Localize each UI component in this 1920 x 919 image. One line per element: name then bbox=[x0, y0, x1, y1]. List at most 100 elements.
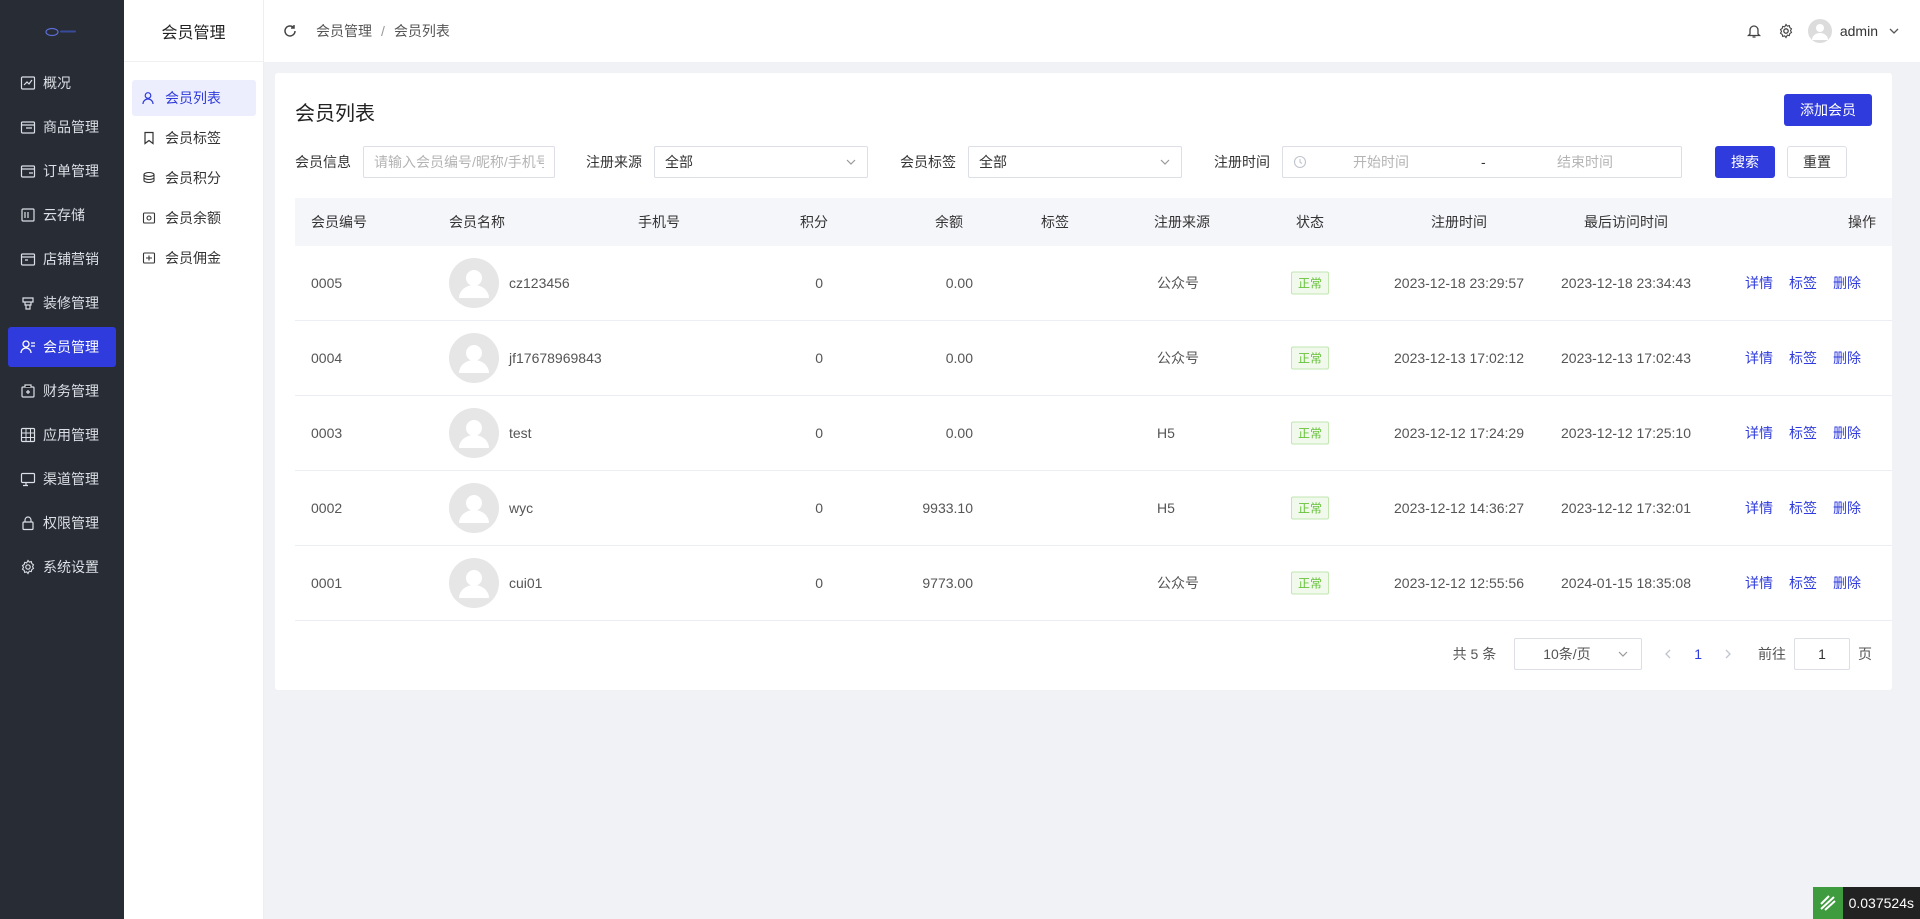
chevron-down-icon[interactable] bbox=[1888, 25, 1900, 37]
end-date-input[interactable]: 结束时间 bbox=[1557, 152, 1613, 172]
nav-item[interactable]: 装修管理 bbox=[8, 283, 116, 323]
delete-link[interactable]: 删除 bbox=[1833, 275, 1861, 291]
page-size-select[interactable]: 10条/页 bbox=[1514, 638, 1643, 670]
submenu-item[interactable]: 会员佣金 bbox=[132, 240, 256, 276]
detail-link[interactable]: 详情 bbox=[1745, 350, 1773, 366]
nav-item[interactable]: 会员管理 bbox=[8, 327, 116, 367]
submenu-item[interactable]: 会员列表 bbox=[132, 80, 256, 116]
table-row: 0001 cui01 0 9773.00 公众号 正常 2023-12-12 12:55:5… bbox=[295, 546, 1892, 621]
status-badge-label: 正常 bbox=[1291, 421, 1330, 445]
filter-reg-time: 注册时间 开始时间 - 结束时间 bbox=[1214, 146, 1682, 178]
tag-link[interactable]: 标签 bbox=[1789, 425, 1817, 441]
nav-item[interactable]: 订单管理 bbox=[8, 151, 116, 191]
next-page-icon[interactable] bbox=[1716, 642, 1740, 666]
status-badge-label: 正常 bbox=[1291, 271, 1330, 295]
clock-icon bbox=[1293, 155, 1307, 169]
nav-item[interactable]: 商品管理 bbox=[8, 107, 116, 147]
detail-link[interactable]: 详情 bbox=[1745, 500, 1773, 516]
page-title: 会员列表 bbox=[295, 103, 375, 125]
avatar bbox=[449, 333, 499, 383]
order-icon bbox=[20, 163, 36, 179]
cloud-storage-icon bbox=[20, 207, 36, 223]
delete-link[interactable]: 删除 bbox=[1833, 575, 1861, 591]
search-button[interactable]: 搜索 bbox=[1715, 146, 1775, 178]
cell-balance: 0.00 bbox=[945, 350, 973, 366]
username[interactable]: admin bbox=[1840, 23, 1878, 39]
date-range-picker[interactable]: 开始时间 - 结束时间 bbox=[1282, 146, 1682, 178]
col-header-points: 积分 bbox=[800, 214, 828, 230]
nav-item[interactable]: 云存储 bbox=[8, 195, 116, 235]
channel-icon bbox=[20, 471, 36, 487]
pagination: 共 5 条 10条/页 1 前往 页 bbox=[1453, 638, 1872, 670]
goto-page-input[interactable] bbox=[1794, 638, 1850, 670]
table-body: 0005 cz123456 0 0.00 公众号 正常 2023-12-18 23:29:5… bbox=[295, 246, 1892, 621]
submenu-item-label: 会员列表 bbox=[165, 90, 221, 106]
detail-link[interactable]: 详情 bbox=[1745, 425, 1773, 441]
cell-member: test bbox=[449, 408, 532, 458]
nav-item[interactable]: 店铺营销 bbox=[8, 239, 116, 279]
logo[interactable] bbox=[0, 0, 124, 62]
bell-icon[interactable] bbox=[1746, 23, 1762, 39]
status-badge-label: 正常 bbox=[1291, 346, 1330, 370]
cell-last-visit: 2023-12-12 17:32:01 bbox=[1561, 500, 1691, 516]
delete-link[interactable]: 删除 bbox=[1833, 500, 1861, 516]
cell-last-visit: 2023-12-18 23:34:43 bbox=[1561, 275, 1691, 291]
tag-link[interactable]: 标签 bbox=[1789, 575, 1817, 591]
nav-item-label: 财务管理 bbox=[43, 383, 99, 399]
col-header-actions: 操作 bbox=[1848, 214, 1876, 230]
page-number[interactable]: 1 bbox=[1694, 646, 1702, 662]
breadcrumb-current: 会员列表 bbox=[393, 23, 450, 39]
nav-item[interactable]: 权限管理 bbox=[8, 503, 116, 543]
prev-page-icon[interactable] bbox=[1656, 642, 1680, 666]
refresh-icon[interactable] bbox=[282, 23, 298, 39]
submenu-item-label: 会员余额 bbox=[165, 210, 221, 226]
logo-icon bbox=[45, 27, 76, 37]
member-info-input[interactable] bbox=[374, 154, 544, 170]
cell-balance: 9773.00 bbox=[922, 575, 973, 591]
nav-item[interactable]: 渠道管理 bbox=[8, 459, 116, 499]
tag-link[interactable]: 标签 bbox=[1789, 500, 1817, 516]
status-badge: 正常 bbox=[1291, 346, 1330, 370]
cell-reg-time: 2023-12-12 17:24:29 bbox=[1394, 425, 1524, 441]
chevron-down-icon bbox=[1159, 156, 1171, 168]
cell-points: 0 bbox=[815, 500, 823, 516]
avatar[interactable] bbox=[1807, 19, 1832, 43]
nav-item-label: 渠道管理 bbox=[43, 471, 99, 487]
status-badge: 正常 bbox=[1291, 496, 1330, 520]
tag-link[interactable]: 标签 bbox=[1789, 275, 1817, 291]
delete-link[interactable]: 删除 bbox=[1833, 425, 1861, 441]
delete-link[interactable]: 删除 bbox=[1833, 350, 1861, 366]
col-header-source: 注册来源 bbox=[1154, 214, 1210, 230]
nav-item[interactable]: 系统设置 bbox=[8, 547, 116, 587]
cell-actions: 详情 标签 删除 bbox=[1745, 498, 1861, 518]
detail-link[interactable]: 详情 bbox=[1745, 575, 1773, 591]
nav-item[interactable]: 财务管理 bbox=[8, 371, 116, 411]
nav-item[interactable]: 概况 bbox=[8, 63, 116, 103]
nav-item[interactable]: 应用管理 bbox=[8, 415, 116, 455]
gear-icon[interactable] bbox=[1778, 23, 1794, 39]
reset-button[interactable]: 重置 bbox=[1787, 146, 1847, 178]
tag-link[interactable]: 标签 bbox=[1789, 350, 1817, 366]
goods-icon bbox=[20, 119, 36, 135]
filter-source: 注册来源 全部 bbox=[586, 146, 868, 178]
cell-name: wyc bbox=[509, 500, 534, 516]
cell-actions: 详情 标签 删除 bbox=[1745, 573, 1861, 593]
submenu-item[interactable]: 会员余额 bbox=[132, 200, 256, 236]
breadcrumb-item[interactable]: 会员管理 bbox=[316, 21, 372, 41]
detail-link[interactable]: 详情 bbox=[1745, 275, 1773, 291]
submenu-item[interactable]: 会员标签 bbox=[132, 120, 256, 156]
cell-name: test bbox=[509, 425, 532, 441]
nav-item-label: 系统设置 bbox=[43, 559, 99, 575]
start-date-input[interactable]: 开始时间 bbox=[1353, 152, 1409, 172]
nav-item-label: 权限管理 bbox=[43, 515, 99, 531]
submenu-item[interactable]: 会员积分 bbox=[132, 160, 256, 196]
add-member-button[interactable]: 添加会员 bbox=[1784, 94, 1872, 126]
app-grid-icon bbox=[20, 427, 36, 443]
cell-reg-time: 2023-12-18 23:29:57 bbox=[1394, 275, 1524, 291]
tag-select[interactable]: 全部 bbox=[968, 146, 1182, 178]
cell-source: H5 bbox=[1157, 500, 1175, 516]
page-suffix: 页 bbox=[1858, 646, 1872, 662]
cell-points: 0 bbox=[815, 425, 823, 441]
source-select[interactable]: 全部 bbox=[654, 146, 868, 178]
total-count: 共 5 条 bbox=[1452, 646, 1497, 662]
